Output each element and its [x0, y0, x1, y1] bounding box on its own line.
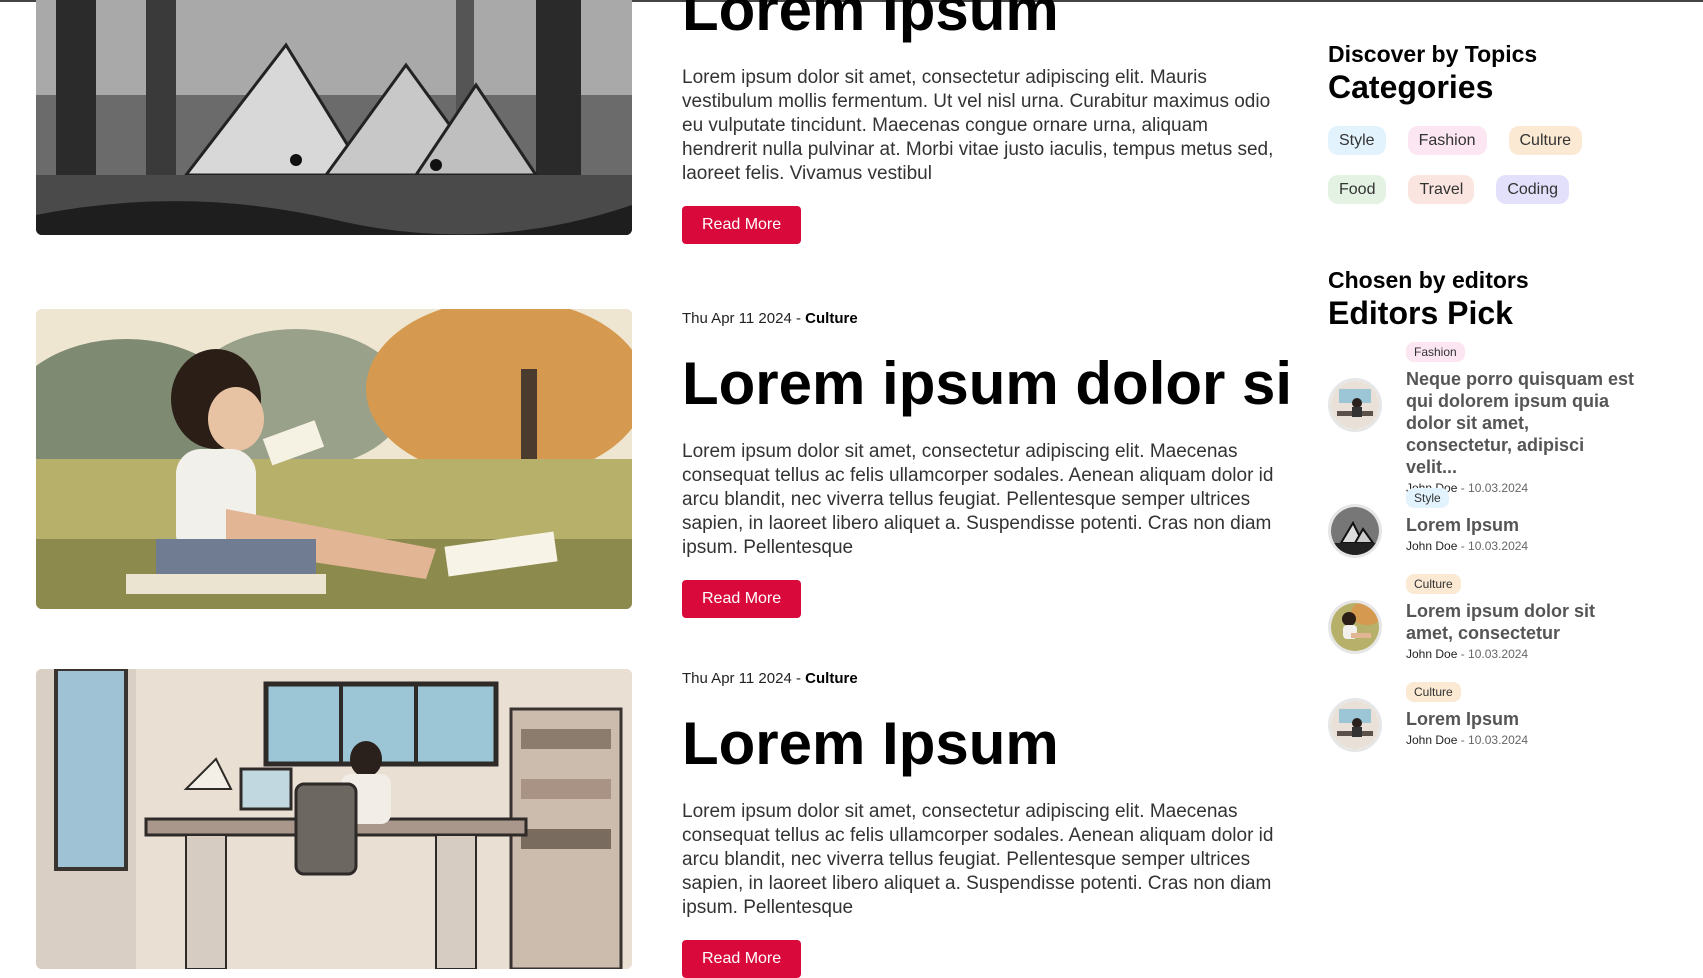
post-category[interactable]: Culture — [805, 310, 858, 327]
post-meta: Thu Apr 11 2024 - Culture — [682, 669, 1282, 689]
pick-info: Culture Lorem ipsum dolor sit amet, cons… — [1406, 574, 1636, 661]
pick-title[interactable]: Lorem ipsum dolor sit amet, consectetur — [1406, 600, 1636, 644]
post-date: Thu Apr 11 2024 — [682, 310, 792, 327]
pick-author: John Doe — [1406, 539, 1458, 553]
post-meta: Thu Apr 11 2024 - Culture — [682, 309, 1282, 329]
pick-author: John Doe — [1406, 733, 1458, 747]
read-more-button[interactable]: Read More — [682, 940, 802, 978]
pick-title[interactable]: Lorem Ipsum — [1406, 708, 1636, 730]
post-date: Thu Apr 11 2024 — [682, 670, 792, 687]
desk-avatar-icon — [1328, 698, 1382, 752]
post-card: Thu Apr 11 2024 - Culture Lorem ipsum do… — [36, 309, 1292, 618]
categories-subtitle: Discover by Topics — [1328, 41, 1538, 67]
category-chip-food[interactable]: Food — [1328, 175, 1387, 204]
man-at-desk-illustration — [36, 669, 632, 969]
post-body: Thu Apr 11 2024 - Culture Lorem Ipsum Lo… — [682, 669, 1282, 978]
editors-pick-list: Fashion Neque porro quisquam est qui dol… — [1328, 342, 1658, 768]
pick-tag[interactable]: Culture — [1406, 682, 1461, 702]
post-image[interactable] — [36, 309, 632, 609]
editors-pick-item[interactable]: Culture Lorem ipsum dolor sit amet, cons… — [1328, 574, 1658, 682]
category-chip-style[interactable]: Style — [1328, 126, 1386, 155]
tents-avatar-icon — [1328, 504, 1382, 558]
girl-reading-in-park-illustration — [36, 309, 632, 609]
read-more-button[interactable]: Read More — [682, 580, 802, 618]
pick-tag[interactable]: Fashion — [1406, 342, 1465, 362]
editors-pick-section: Chosen by editors Editors Pick Fashion N… — [1328, 266, 1658, 768]
pick-tag[interactable]: Culture — [1406, 574, 1461, 594]
pick-meta: John Doe - 10.03.2024 — [1406, 539, 1636, 553]
editors-subtitle: Chosen by editors — [1328, 267, 1529, 293]
pick-date: - 10.03.2024 — [1457, 733, 1529, 747]
category-chip-fashion[interactable]: Fashion — [1407, 126, 1487, 155]
post-image[interactable] — [36, 0, 632, 235]
editors-pick-item[interactable]: Fashion Neque porro quisquam est qui dol… — [1328, 342, 1658, 495]
editors-pick-item[interactable]: Culture Lorem Ipsum John Doe - 10.03.202… — [1328, 682, 1658, 768]
categories-title: Categories — [1328, 69, 1494, 105]
desk-avatar-icon — [1328, 378, 1382, 432]
pick-tag[interactable]: Style — [1406, 488, 1449, 508]
post-card: Lorem Ipsum Lorem ipsum dolor sit amet, … — [36, 0, 1280, 244]
pick-meta: John Doe - 10.03.2024 — [1406, 733, 1636, 747]
pick-title[interactable]: Neque porro quisquam est qui dolorem ips… — [1406, 368, 1636, 478]
post-excerpt: Lorem ipsum dolor sit amet, consectetur … — [682, 801, 1274, 918]
post-card: Thu Apr 11 2024 - Culture Lorem Ipsum Lo… — [36, 669, 1280, 978]
meta-separator: - — [791, 670, 806, 687]
category-chip-coding[interactable]: Coding — [1496, 175, 1570, 204]
post-title[interactable]: Lorem Ipsum — [682, 0, 1282, 40]
post-body: Lorem Ipsum Lorem ipsum dolor sit amet, … — [682, 0, 1282, 244]
meta-separator: - — [791, 310, 806, 327]
post-body: Thu Apr 11 2024 - Culture Lorem ipsum do… — [682, 309, 1292, 618]
forest-tents-illustration — [36, 0, 632, 235]
pick-author: John Doe — [1406, 647, 1458, 661]
post-title[interactable]: Lorem ipsum dolor si — [682, 354, 1292, 414]
pick-date: - 10.03.2024 — [1457, 647, 1529, 661]
pick-date: - 10.03.2024 — [1457, 539, 1529, 553]
pick-title[interactable]: Lorem Ipsum — [1406, 514, 1636, 536]
sidebar: Discover by Topics Categories Style Fash… — [1328, 40, 1658, 768]
category-list: Style Fashion Culture Food Travel Coding — [1328, 126, 1588, 204]
read-more-button[interactable]: Read More — [682, 206, 802, 244]
post-excerpt: Lorem ipsum dolor sit amet, consectetur … — [682, 441, 1274, 558]
pick-meta: John Doe - 10.03.2024 — [1406, 647, 1636, 661]
pick-info: Fashion Neque porro quisquam est qui dol… — [1406, 342, 1636, 495]
post-title[interactable]: Lorem Ipsum — [682, 714, 1282, 774]
pick-info: Culture Lorem Ipsum John Doe - 10.03.202… — [1406, 682, 1636, 747]
editors-pick-item[interactable]: Style Lorem Ipsum John Doe - 10.03.2024 — [1328, 488, 1658, 574]
post-excerpt: Lorem ipsum dolor sit amet, consectetur … — [682, 67, 1274, 184]
post-image[interactable] — [36, 669, 632, 969]
editors-title: Editors Pick — [1328, 295, 1513, 331]
post-category[interactable]: Culture — [805, 670, 858, 687]
reading-avatar-icon — [1328, 600, 1382, 654]
category-chip-culture[interactable]: Culture — [1508, 126, 1583, 155]
pick-info: Style Lorem Ipsum John Doe - 10.03.2024 — [1406, 488, 1636, 553]
category-chip-travel[interactable]: Travel — [1408, 175, 1475, 204]
